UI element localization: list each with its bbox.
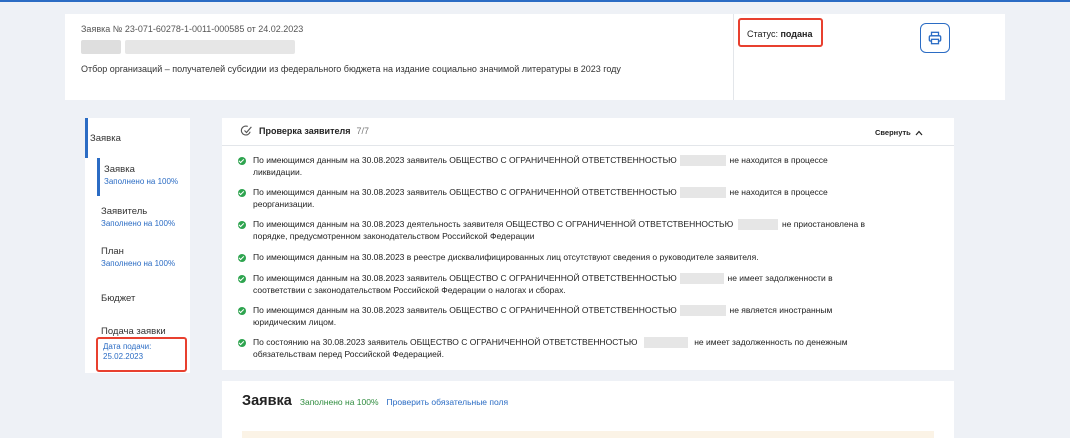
application-section-card: Заявка Заполнено на 100% Проверить обяза… (222, 381, 954, 438)
check-item: По имеющимся данным на 30.08.2023 заявит… (238, 305, 950, 328)
section-header: Заявка Заполнено на 100% Проверить обяза… (242, 393, 508, 409)
check-text: реорганизации. (253, 198, 315, 209)
redacted-block (125, 40, 295, 54)
sidebar-item-label: Заявитель (101, 206, 148, 217)
check-required-fields-link[interactable]: Проверить обязательные поля (387, 397, 509, 407)
check-success-icon (238, 275, 246, 283)
check-title: Проверка заявителя (259, 125, 351, 136)
section-filled-status: Заполнено на 100% (299, 397, 379, 407)
check-text: не имеет задолженности в (727, 273, 833, 283)
check-item: По имеющимся данным на 30.08.2023 заявит… (238, 155, 950, 178)
check-text: соответствии с законодательством Российс… (253, 284, 566, 295)
check-success-icon (238, 221, 246, 229)
check-text: не приостановлена в (781, 219, 866, 229)
check-text: По имеющимся данным на 30.08.2023 заявит… (253, 273, 677, 283)
check-text: По имеющимся данным на 30.08.2023 заявит… (253, 155, 677, 165)
check-text: юридическим лицом. (253, 316, 337, 327)
sidebar-item-label: План (101, 246, 124, 257)
sidebar-item-label: Подача заявки (101, 326, 166, 337)
check-item: По имеющимся данным на 30.08.2023 в реес… (238, 252, 950, 264)
check-count: 7/7 (356, 125, 369, 136)
check-text: не является иностранным (729, 305, 833, 315)
check-card-header: Проверка заявителя 7/7 (240, 124, 369, 137)
redacted-block (81, 40, 121, 54)
application-header: Заявка № 23-071-60278-1-0011-000585 от 2… (65, 14, 1005, 100)
check-success-icon (238, 157, 246, 165)
redacted-block (680, 273, 725, 285)
redacted-block (643, 337, 688, 349)
check-text: порядке, предусмотренном законодательств… (253, 230, 535, 241)
check-text: По состоянию на 30.08.2023 заявитель ОБЩ… (253, 337, 638, 347)
check-success-icon (238, 189, 246, 197)
sidebar-item-applicant[interactable]: Заявитель Заполнено на 100% (97, 206, 190, 228)
applicant-check-card: Проверка заявителя 7/7 Свернуть По имеющ… (222, 118, 954, 370)
application-number: Заявка № 23-071-60278-1-0011-000585 от 2… (81, 24, 304, 34)
sidebar-nav: Заявка Заявка Заполнено на 100% Заявител… (85, 118, 190, 373)
redacted-block (680, 187, 727, 199)
redacted-block (737, 219, 778, 231)
submit-date-label: Дата подачи: (103, 342, 152, 351)
header-divider (733, 14, 734, 100)
printer-icon (928, 31, 942, 45)
sidebar-item-progress: Заполнено на 100% (104, 177, 179, 186)
application-description: Отбор организаций – получателей субсидии… (81, 64, 621, 74)
check-success-icon (238, 339, 246, 347)
sidebar-item-progress: Заполнено на 100% (101, 259, 176, 268)
sidebar-item-label: Заявка (104, 164, 135, 175)
sidebar-item-budget[interactable]: Бюджет (97, 293, 190, 304)
check-text: обязательствам перед Российской Федераци… (253, 348, 445, 359)
sidebar-item-application-root[interactable]: Заявка (85, 118, 190, 158)
section-notice-bar (242, 431, 934, 438)
sidebar-item-label: Заявка (90, 133, 121, 144)
check-text: По имеющимся данным на 30.08.2023 заявит… (253, 305, 677, 315)
status-value: подана (780, 29, 813, 39)
check-item: По имеющимся данным на 30.08.2023 заявит… (238, 273, 950, 296)
top-accent-line (0, 0, 1070, 2)
check-text: не находится в процессе (729, 187, 828, 197)
check-item: По состоянию на 30.08.2023 заявитель ОБЩ… (238, 337, 950, 360)
redacted-block (680, 155, 727, 167)
section-title: Заявка (242, 393, 292, 409)
check-success-icon (238, 254, 246, 262)
sidebar-item-progress: Заполнено на 100% (101, 219, 176, 228)
check-text: По имеющимся данным на 30.08.2023 заявит… (253, 187, 677, 197)
check-text: По имеющимся данным на 30.08.2023 деятел… (253, 219, 734, 229)
check-text: не находится в процессе (729, 155, 828, 165)
check-text: По имеющимся данным на 30.08.2023 в реес… (253, 252, 759, 262)
sidebar-item-label: Бюджет (101, 293, 136, 304)
status-label: Статус: (747, 29, 778, 39)
check-text: ликвидации. (253, 166, 303, 177)
check-item: По имеющимся данным на 30.08.2023 заявит… (238, 187, 950, 210)
check-text: не имеет задолженность по денежным (694, 337, 848, 347)
collapse-button[interactable]: Свернуть (875, 128, 923, 137)
sidebar-item-application[interactable]: Заявка Заполнено на 100% (97, 158, 190, 196)
redacted-block (680, 305, 727, 317)
check-success-icon (238, 307, 246, 315)
submit-date-value: 25.02.2023 (103, 352, 144, 361)
check-item: По имеющимся данным на 30.08.2023 деятел… (238, 219, 950, 242)
chevron-up-icon (915, 130, 923, 135)
sidebar-item-submission[interactable]: Подача заявки (97, 326, 190, 337)
print-button[interactable] (920, 23, 950, 53)
card-divider (222, 145, 954, 146)
verify-icon (240, 125, 252, 136)
status-badge: Статус: подана (738, 18, 823, 47)
sidebar-item-plan[interactable]: План Заполнено на 100% (97, 246, 190, 268)
collapse-label: Свернуть (875, 128, 911, 137)
submit-date-highlight: Дата подачи: 25.02.2023 (96, 337, 187, 372)
